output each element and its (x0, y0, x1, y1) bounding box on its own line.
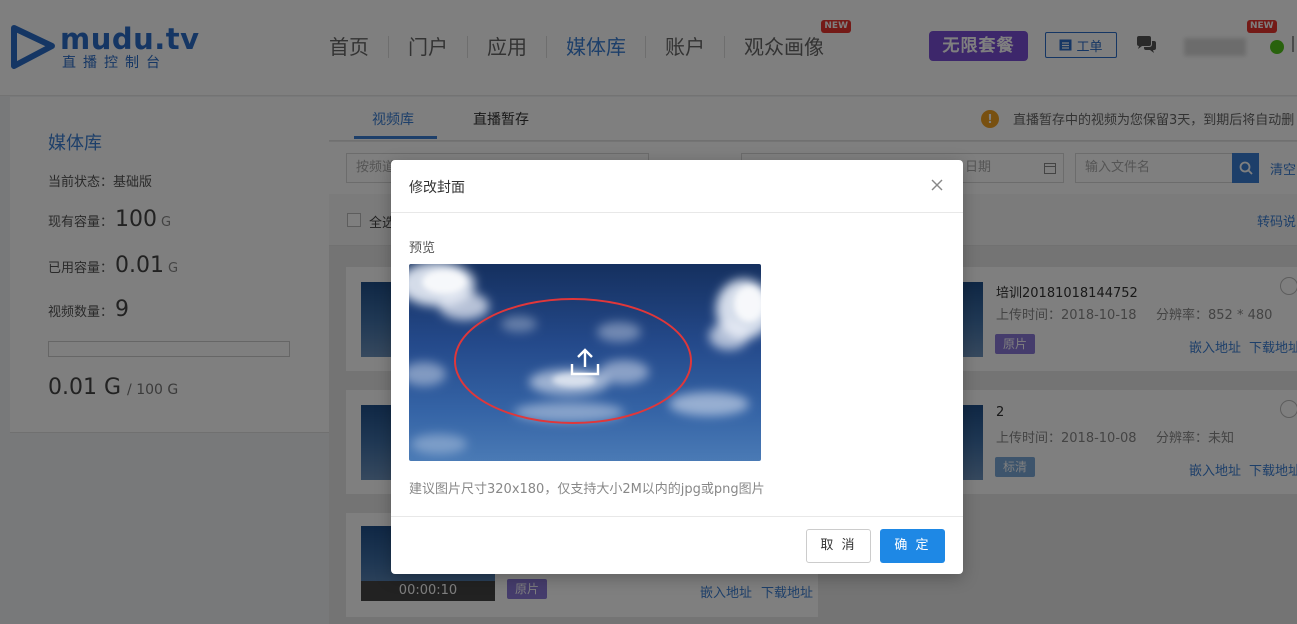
upload-icon[interactable] (569, 346, 601, 378)
confirm-button[interactable]: 确 定 (880, 529, 945, 563)
dialog-header: 修改封面 (391, 160, 963, 213)
image-size-hint: 建议图片尺寸320x180，仅支持大小2M以内的jpg或png图片 (409, 482, 765, 497)
preview-label: 预览 (409, 241, 436, 256)
change-cover-dialog: 修改封面 预览 建议图片尺寸320x180，仅支持大小2M以内的jpg或png图… (391, 160, 963, 574)
dialog-title: 修改封面 (409, 180, 465, 196)
dialog-footer: 取 消 确 定 (391, 516, 963, 574)
cancel-button[interactable]: 取 消 (806, 529, 871, 563)
close-icon[interactable] (929, 177, 945, 193)
cover-preview[interactable] (409, 264, 761, 461)
